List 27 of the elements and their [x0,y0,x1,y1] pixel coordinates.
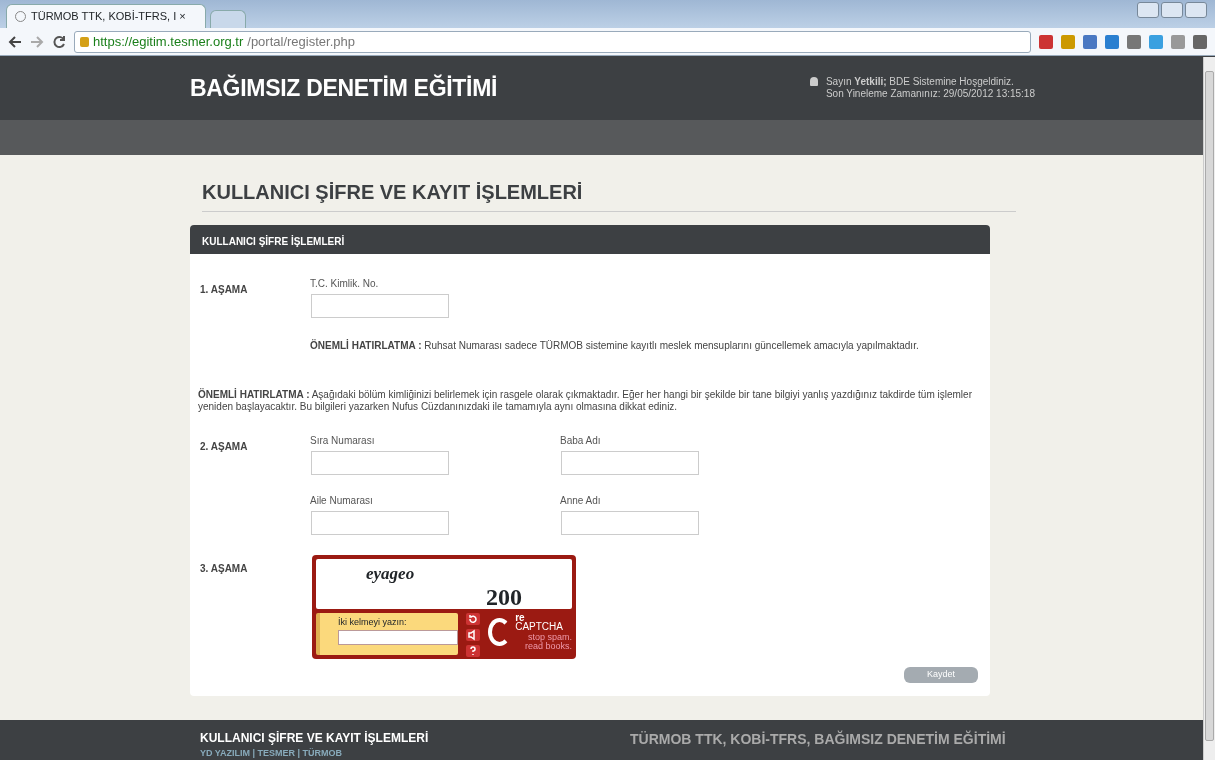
last-refresh-text: Son Yineleme Zamanınız: 29/05/2012 13:15:18 [825,88,1035,100]
recaptcha-tagline: stop spam. read books. [523,633,572,651]
captcha-word: 200 [486,583,522,612]
field-label: Sıra Numarası [310,434,376,448]
note-text: ÖNEMLİ HATIRLATMA : Ruhsat Numarası sadece TÜRMOB sistemine kayıtlı meslek mensuplarını güncellemek amacıyla yapılmaktadır. [310,340,919,352]
footer-title: KULLANICI ŞİFRE VE KAYIT İŞLEMLERİ [200,730,430,747]
page-title: KULLANICI ŞİFRE VE KAYIT İŞLEMLERİ [202,177,1016,212]
captcha-prompt: İki kelmeyi yazın: [338,616,408,629]
field-label: T.C. Kimlik. No. [310,277,380,291]
address-bar[interactable]: https://egitim.tesmer.org.tr /portal/register.php [74,30,1031,53]
footer-links[interactable]: YD YAZILIM | TESMER | TÜRMOB [200,748,630,759]
note-text: ÖNEMLİ HATIRLATMA : Aşağıdaki bölüm kimliğinizi belirlemek için rasgele olarak çıkmaktadır. Eğer her hangi bir şekilde bir tane bilgiyi yanlış yazdığınız takdirde tüm işlemler yeniden başlayacaktır. Bu bilgileri yazarken Nufus Cüzdanınızdaki ile tamamıyla aynı olmasına dikkat ediniz. [198,389,973,413]
field-label: Anne Adı [560,494,602,508]
step-label: 3. AŞAMA [200,562,249,576]
greeting-text: Sayın Yetkili; BDE Sistemine Hoşgeldiniz. [825,76,1015,88]
panel-title: KULLANICI ŞİFRE İŞLEMLERİ [190,225,990,254]
url-path: /portal/register.php [247,32,355,51]
field-label: Aile Numarası [310,494,374,508]
browser-tab[interactable]: TÜRMOB TTK, KOBİ-TFRS, I × [6,4,206,28]
step-label: 1. AŞAMA [200,283,249,297]
field-label: Baba Adı [560,434,602,448]
url-host: https://egitim.tesmer.org.tr [93,32,244,51]
captcha-word: eyageo [366,563,415,585]
footer-site-title: TÜRMOB TTK, KOBİ-TFRS, BAĞIMSIZ DENETİM EĞİTİMİ [630,729,1006,749]
recaptcha-brand: re CAPTCHA [515,613,564,631]
step-label: 2. AŞAMA [200,440,249,454]
site-title: BAĞIMSIZ DENETİM EĞİTİMİ [190,73,498,103]
